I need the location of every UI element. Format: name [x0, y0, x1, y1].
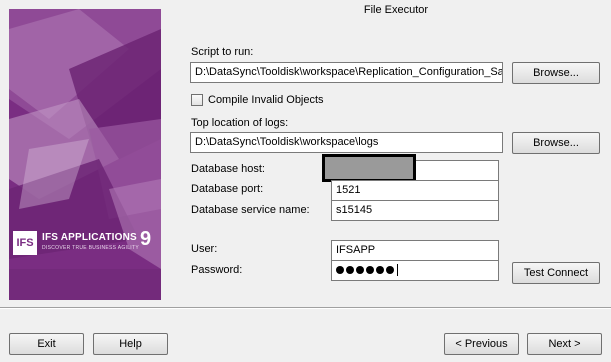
browse-logs-button[interactable]: Browse...	[512, 132, 600, 154]
db-service-label: Database service name:	[191, 204, 310, 216]
password-dot	[376, 266, 384, 275]
test-connect-button[interactable]: Test Connect	[512, 262, 600, 284]
user-field[interactable]: IFSAPP	[331, 240, 499, 261]
password-dot	[386, 266, 394, 275]
product-tagline: DISCOVER TRUE BUSINESS AGILITY	[42, 245, 139, 251]
script-label: Script to run:	[191, 46, 254, 58]
user-label: User:	[191, 243, 218, 255]
logs-path-field[interactable]: D:\DataSync\Tooldisk\workspace\logs	[190, 132, 503, 153]
banner-graphic	[9, 9, 161, 300]
compile-invalid-checkbox[interactable]	[191, 94, 203, 106]
script-path-field[interactable]: D:\DataSync\Tooldisk\workspace\Replicati…	[190, 62, 503, 83]
logs-label: Top location of logs:	[191, 117, 289, 129]
password-dot	[346, 266, 354, 275]
product-name: IFS APPLICATIONS	[42, 232, 137, 243]
db-service-field[interactable]: s15145	[331, 200, 499, 221]
exit-button[interactable]: Exit	[9, 333, 84, 355]
text-caret	[397, 264, 398, 277]
redaction-box	[322, 154, 416, 182]
compile-invalid-label: Compile Invalid Objects	[208, 94, 324, 106]
password-field[interactable]	[331, 260, 499, 281]
db-port-field[interactable]: 1521	[331, 180, 499, 201]
password-label: Password:	[191, 264, 243, 276]
browse-script-button[interactable]: Browse...	[512, 62, 600, 84]
password-dot	[366, 266, 374, 275]
ifs-logo-mark: IFS	[13, 231, 37, 255]
password-dot	[356, 266, 364, 275]
footer-divider	[0, 307, 611, 309]
previous-button[interactable]: < Previous	[444, 333, 519, 355]
password-mask	[336, 264, 396, 276]
next-button[interactable]: Next >	[527, 333, 602, 355]
product-version: 9	[140, 228, 152, 250]
help-button[interactable]: Help	[93, 333, 168, 355]
window-title: File Executor	[363, 4, 429, 16]
db-port-label: Database port:	[191, 183, 264, 195]
db-host-label: Database host:	[191, 163, 265, 175]
ifs-banner-image	[9, 9, 161, 300]
password-dot	[336, 266, 344, 275]
